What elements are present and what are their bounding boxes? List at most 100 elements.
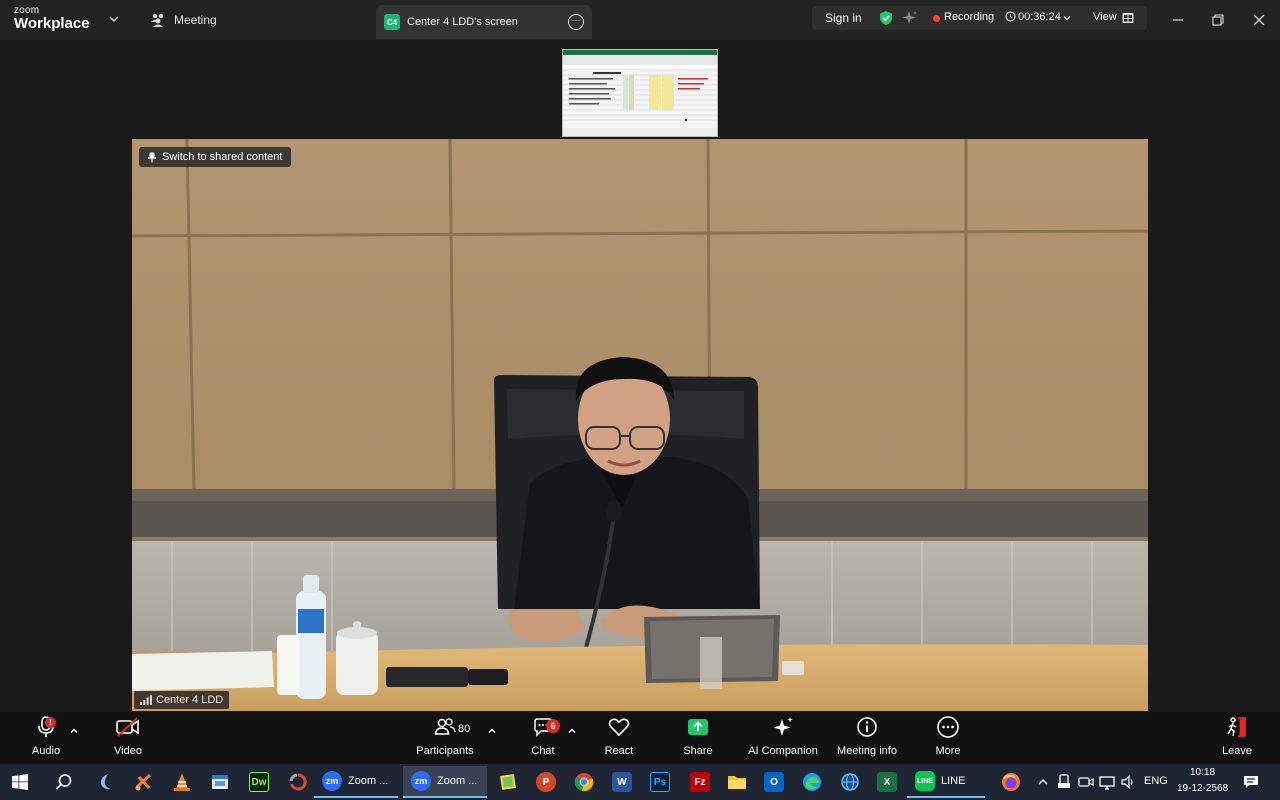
switch-label: Switch to shared content [162,151,283,163]
taskbar-app-window[interactable] [206,768,234,796]
sign-in-button[interactable]: Sign in [825,11,862,25]
active-speaker-video[interactable]: Switch to shared content Center 4 LDD [132,139,1148,711]
chevron-down-icon[interactable] [107,12,121,26]
search-button[interactable] [50,768,78,796]
meeting-controls-toolbar: Audio ! Video Participants 80 Chat 6 Rea… [0,712,1280,764]
photoshop-icon: Ps [650,772,670,792]
meeting-timer: 00:36:24 [1018,11,1061,23]
heart-icon [608,718,630,737]
view-button[interactable]: View [1093,11,1117,23]
chrome-icon [574,773,594,792]
tab-shared-screen[interactable]: C4 Center 4 LDD's screen ··· [376,5,592,39]
chevron-up-icon[interactable] [567,726,577,736]
meeting-tab-label: Meeting [174,13,217,27]
meeting-info-button[interactable]: Meeting info [835,712,899,764]
recording-label[interactable]: Recording [944,11,994,23]
taskbar-app-zoom-1[interactable]: zm Zoom ... [314,766,398,798]
speaker-video-frame [132,139,1148,711]
taskbar-app-chrome[interactable] [570,768,598,796]
usb-device-icon[interactable] [1057,774,1071,790]
outlook-icon: O [764,772,784,792]
brand-big: Workplace [14,15,90,32]
taskbar-app-dreamweaver[interactable]: Dw [245,768,273,796]
more-options-icon [937,716,959,738]
taskbar-app-firefox[interactable] [997,768,1025,796]
taskbar-app-edge[interactable] [798,768,826,796]
notifications-icon[interactable] [1243,774,1259,790]
share-button[interactable]: Share [681,712,715,764]
share-screen-icon [688,719,708,735]
share-label: Share [683,745,713,757]
spreadsheet-preview-image [563,50,717,136]
excel-icon: X [877,772,897,792]
zoom-app-icon: zm [322,771,342,791]
meeting-status-bar: Sign in Recording 00:36:24 View [812,6,1147,30]
tab-meeting[interactable]: Meeting [150,10,217,30]
ai-companion-label: AI Companion [748,745,818,757]
close-icon[interactable] [1249,10,1269,30]
participant-name: Center 4 LDD [156,694,224,706]
switch-to-shared-content-button[interactable]: Switch to shared content [139,147,292,167]
taskbar-app-line[interactable]: LINE LINE [907,766,985,798]
dreamweaver-icon: Dw [249,772,269,792]
ai-companion-button[interactable]: AI Companion [746,712,820,764]
leave-door-icon [1227,717,1246,737]
taskbar-app-filezilla[interactable]: Fz [686,768,714,796]
shared-content-thumbnail[interactable] [562,49,718,137]
more-label: More [935,745,961,757]
restore-icon[interactable] [1208,10,1228,30]
leave-button[interactable]: Leave [1222,712,1252,764]
start-button[interactable] [6,768,34,796]
powerpoint-icon: P [536,772,556,792]
windows-taskbar: Dw zm Zoom ... zm Zoom ... P W Ps Fz O X… [0,764,1280,800]
zoom-workplace-logo[interactable]: zoom Workplace [14,5,104,35]
ai-sparkle-icon[interactable] [902,10,918,26]
chevron-up-icon[interactable] [69,726,79,736]
taskbar-app-network[interactable] [836,768,864,796]
search-icon [55,774,72,790]
chevron-up-icon[interactable] [487,726,497,736]
taskbar-app-scissors[interactable] [130,768,158,796]
snip-tool-icon [135,773,152,791]
edge-icon [803,773,821,791]
taskbar-app-outlook[interactable]: O [760,768,788,796]
input-language[interactable]: ENG [1144,775,1168,787]
clock-icon [1005,11,1016,22]
video-button[interactable]: Video [112,712,144,764]
chevron-down-icon[interactable] [1062,13,1072,23]
chevron-up-icon[interactable] [1037,776,1049,788]
taskbar-app-excel[interactable]: X [873,768,901,796]
signal-strength-icon [140,695,152,705]
windows-logo-icon [12,774,28,790]
info-icon [857,717,877,737]
participants-button[interactable]: Participants [415,712,475,764]
grid-view-icon[interactable] [1122,12,1134,24]
clock-time[interactable]: 10:18 [1190,767,1215,778]
network-icon[interactable] [1099,774,1115,790]
audio-warning-icon: ! [45,717,56,728]
leave-label: Leave [1222,745,1252,757]
taskbar-app-explorer[interactable] [723,768,751,796]
minimize-icon[interactable] [1168,10,1188,30]
crescent-app-icon [100,774,111,790]
meet-camera-icon[interactable] [1078,774,1094,790]
firefox-icon [1002,773,1020,791]
taskbar-app-browser[interactable] [92,768,120,796]
chat-unread-badge: 6 [546,719,560,733]
taskbar-app-vlc[interactable] [168,768,196,796]
more-button[interactable]: More [932,712,964,764]
taskbar-app-word[interactable]: W [608,768,636,796]
taskbar-app-photoshop[interactable]: Ps [646,768,674,796]
taskbar-app-sync[interactable] [284,768,312,796]
react-button[interactable]: React [602,712,636,764]
participants-label: Participants [416,745,474,757]
more-options-icon[interactable]: ··· [568,14,584,30]
speaker-volume-icon[interactable] [1120,774,1136,790]
shield-check-icon[interactable] [878,10,894,26]
zoom-meeting-window: zoom Workplace Meeting C4 Center 4 LDD's… [0,0,1280,800]
taskbar-app-zoom-2[interactable]: zm Zoom ... [403,766,487,798]
taskbar-app-powerpoint[interactable]: P [532,768,560,796]
clock-date[interactable]: 19-12-2568 [1177,783,1228,794]
share-tab-label: Center 4 LDD's screen [407,16,518,28]
taskbar-app-sticky[interactable] [494,768,522,796]
